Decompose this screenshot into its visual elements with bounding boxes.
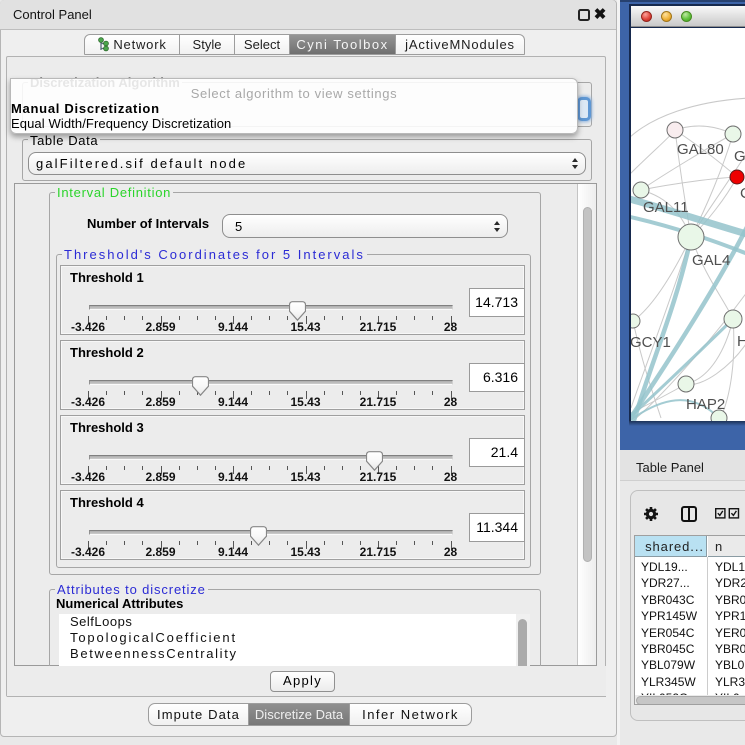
- svg-text:GAL80: GAL80: [677, 141, 724, 158]
- svg-text:C: C: [740, 185, 745, 202]
- svg-text:HAP2: HAP2: [686, 396, 725, 413]
- svg-text:GAL4: GAL4: [692, 252, 730, 269]
- svg-text:H: H: [737, 333, 745, 350]
- svg-text:G.: G.: [734, 148, 745, 165]
- svg-text:GAL11: GAL11: [643, 199, 689, 216]
- svg-text:GCY1: GCY1: [631, 334, 671, 351]
